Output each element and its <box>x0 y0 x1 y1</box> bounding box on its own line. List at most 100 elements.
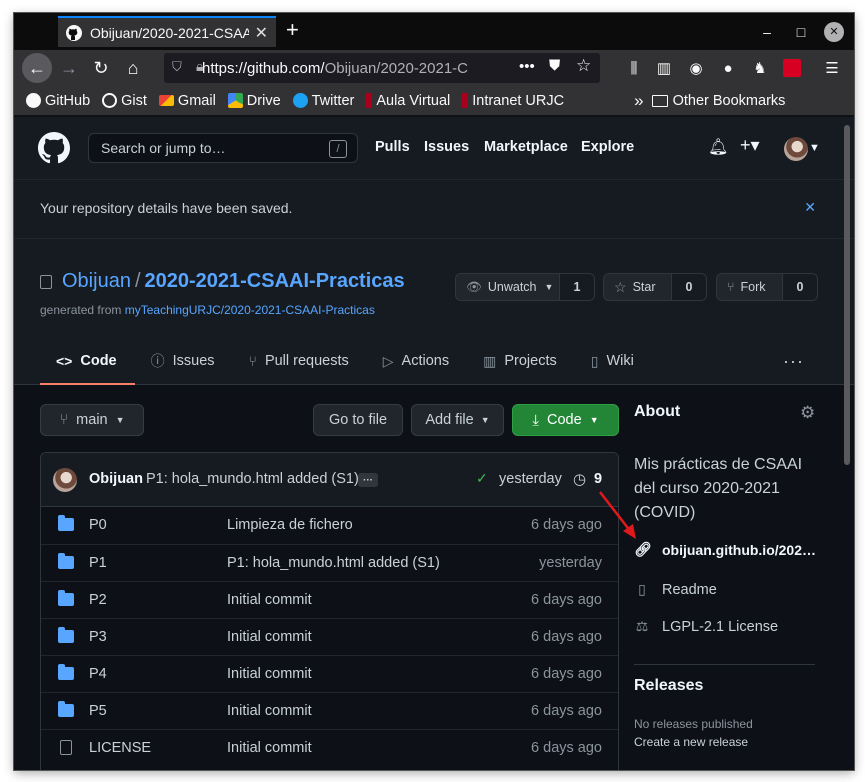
repo-name-link[interactable]: 2020-2021-CSAAI-Practicas <box>145 270 405 293</box>
tab-wiki[interactable]: ▯ Wiki <box>575 337 652 385</box>
create-new-plus-icon[interactable]: +▾ <box>740 135 760 156</box>
create-release-link[interactable]: Create a new release <box>634 735 748 749</box>
unwatch-button[interactable]: 👁︎ Unwatch ▼ <box>456 274 560 300</box>
file-row[interactable]: LICENSE Initial commit 6 days ago <box>41 729 618 766</box>
file-commit-message[interactable]: Initial commit <box>227 703 312 719</box>
search-input[interactable]: Search or jump to… / <box>88 133 358 163</box>
nav-marketplace[interactable]: Marketplace <box>484 139 568 155</box>
bookmark-github[interactable]: GitHub <box>26 93 90 109</box>
bookmark-intranet-urjc[interactable]: Intranet URJC <box>462 93 564 109</box>
file-name-link[interactable]: P1 <box>89 555 107 571</box>
releases-title[interactable]: Releases <box>634 677 703 695</box>
scrollbar-thumb[interactable] <box>844 125 850 465</box>
library-icon[interactable]: ⫼ <box>620 53 648 83</box>
commit-time[interactable]: yesterday <box>499 471 562 487</box>
file-commit-message[interactable]: Initial commit <box>227 592 312 608</box>
nav-pulls[interactable]: Pulls <box>375 139 410 155</box>
file-commit-message[interactable]: Initial commit <box>227 666 312 682</box>
color-picker-extension-icon[interactable] <box>778 53 806 83</box>
other-bookmarks-folder[interactable]: Other Bookmarks <box>651 93 785 109</box>
nav-explore[interactable]: Explore <box>581 139 634 155</box>
file-row[interactable]: P5 Initial commit 6 days ago <box>41 692 618 729</box>
shield-icon[interactable]: ⛉ <box>172 59 182 75</box>
commit-author-avatar[interactable] <box>53 468 77 492</box>
account-icon[interactable]: ◉ <box>682 53 710 83</box>
bell-icon[interactable]: 🔔︎ <box>708 137 728 157</box>
github-extension-icon[interactable]: ● <box>714 53 742 83</box>
file-name-link[interactable]: P4 <box>89 666 107 682</box>
file-name-link[interactable]: P5 <box>89 703 107 719</box>
file-commit-message[interactable]: Limpieza de fichero <box>227 517 353 533</box>
commit-count[interactable]: 9 <box>594 471 602 487</box>
chevron-down-icon[interactable]: ▼ <box>809 142 820 154</box>
tab-projects[interactable]: ▥ Projects <box>467 337 575 385</box>
close-window-button[interactable]: ✕ <box>817 13 851 50</box>
readme-link[interactable]: ▯ Readme <box>634 581 717 598</box>
back-button[interactable]: ← <box>22 53 52 83</box>
file-name-link[interactable]: P2 <box>89 592 107 608</box>
bookmark-star-icon[interactable]: ☆ <box>576 56 591 76</box>
reload-button[interactable]: ↻ <box>86 53 116 83</box>
bookmark-drive[interactable]: Drive <box>227 93 281 109</box>
website-link[interactable]: 🔗︎ obijuan.github.io/202… <box>634 541 816 558</box>
sidebar-icon[interactable]: ▥ <box>650 53 678 83</box>
gnome-extension-icon[interactable]: ♞ <box>746 53 774 83</box>
browser-tab[interactable]: Obijuan/2020-2021-CSAAI-Practicas ✕ <box>58 16 276 47</box>
file-name-link[interactable]: P3 <box>89 629 107 645</box>
nav-issues[interactable]: Issues <box>424 139 469 155</box>
commit-author[interactable]: Obijuan <box>89 471 143 487</box>
bookmark-gmail[interactable]: Gmail <box>158 93 216 109</box>
file-row[interactable]: P4 Initial commit 6 days ago <box>41 655 618 692</box>
check-icon[interactable]: ✓ <box>476 470 488 487</box>
tab-code[interactable]: <> Code <box>40 337 135 385</box>
url-bar[interactable]: ⛉ 🔒︎ https://github.com/Obijuan/2020-202… <box>164 53 600 83</box>
code-download-button[interactable]: ⤓ Code ▼ <box>512 404 619 436</box>
file-commit-message[interactable]: P1: hola_mundo.html added (S1) <box>227 555 440 571</box>
more-tabs-button[interactable]: ··· <box>783 351 804 372</box>
file-row[interactable]: P3 Initial commit 6 days ago <box>41 618 618 655</box>
watch-count[interactable]: 1 <box>560 274 594 300</box>
star-button[interactable]: ☆ Star <box>604 274 672 300</box>
menu-icon[interactable]: ☰ <box>818 53 846 83</box>
tab-close-icon[interactable]: ✕ <box>255 23 268 43</box>
tab-pull-requests[interactable]: ⑂ Pull requests <box>233 337 367 385</box>
gear-icon[interactable]: ⚙ <box>800 403 815 423</box>
branch-select-button[interactable]: ⑂ main ▼ <box>40 404 144 436</box>
fork-count[interactable]: 0 <box>783 274 817 300</box>
file-name-link[interactable]: LICENSE <box>89 740 151 756</box>
bookmarks-overflow-button[interactable]: » <box>634 91 643 111</box>
repo-owner-link[interactable]: Obijuan <box>62 270 131 293</box>
github-logo-icon[interactable] <box>38 132 70 164</box>
tab-issues[interactable]: ⓘ Issues <box>135 337 233 385</box>
minimize-button[interactable]: – <box>750 13 784 50</box>
file-commit-message[interactable]: Initial commit <box>227 740 312 756</box>
user-avatar[interactable] <box>784 137 808 161</box>
new-tab-button[interactable]: + <box>286 17 299 43</box>
url-text[interactable]: https://github.com/Obijuan/2020-2021-C <box>202 60 492 77</box>
lock-icon[interactable]: 🔒︎ <box>196 58 203 75</box>
tab-actions[interactable]: ▷ Actions <box>367 337 467 385</box>
home-button[interactable]: ⌂ <box>118 53 148 83</box>
star-count[interactable]: 0 <box>672 274 706 300</box>
page-scrollbar[interactable] <box>842 117 852 770</box>
bookmark-gist[interactable]: Gist <box>102 93 147 109</box>
license-link[interactable]: ⚖ LGPL-2.1 License <box>634 618 778 635</box>
forward-button[interactable]: → <box>54 53 84 83</box>
file-row[interactable]: P2 Initial commit 6 days ago <box>41 581 618 618</box>
template-repo-link[interactable]: myTeachingURJC/2020-2021-CSAAI-Practicas <box>125 303 375 317</box>
fork-button[interactable]: ⑂ Fork <box>717 274 783 300</box>
page-actions-icon[interactable]: ••• <box>519 58 535 75</box>
file-name-link[interactable]: P0 <box>89 517 107 533</box>
file-row[interactable]: P0 Limpieza de fichero 6 days ago <box>41 507 618 544</box>
history-icon[interactable]: ◷ <box>573 470 586 488</box>
file-row[interactable]: P1 P1: hola_mundo.html added (S1) yesterda… <box>41 544 618 581</box>
add-file-button[interactable]: Add file ▼ <box>411 404 504 436</box>
maximize-button[interactable]: □ <box>784 13 818 50</box>
commit-message[interactable]: P1: hola_mundo.html added (S1) <box>146 471 359 487</box>
flash-close-icon[interactable]: ✕ <box>804 199 816 216</box>
bookmark-twitter[interactable]: Twitter <box>292 93 354 109</box>
go-to-file-button[interactable]: Go to file <box>313 404 403 436</box>
pocket-icon[interactable]: ⛊ <box>549 57 560 74</box>
bookmark-aula-virtual[interactable]: Aula Virtual <box>366 93 450 109</box>
commit-expand-button[interactable]: ··· <box>358 473 378 487</box>
